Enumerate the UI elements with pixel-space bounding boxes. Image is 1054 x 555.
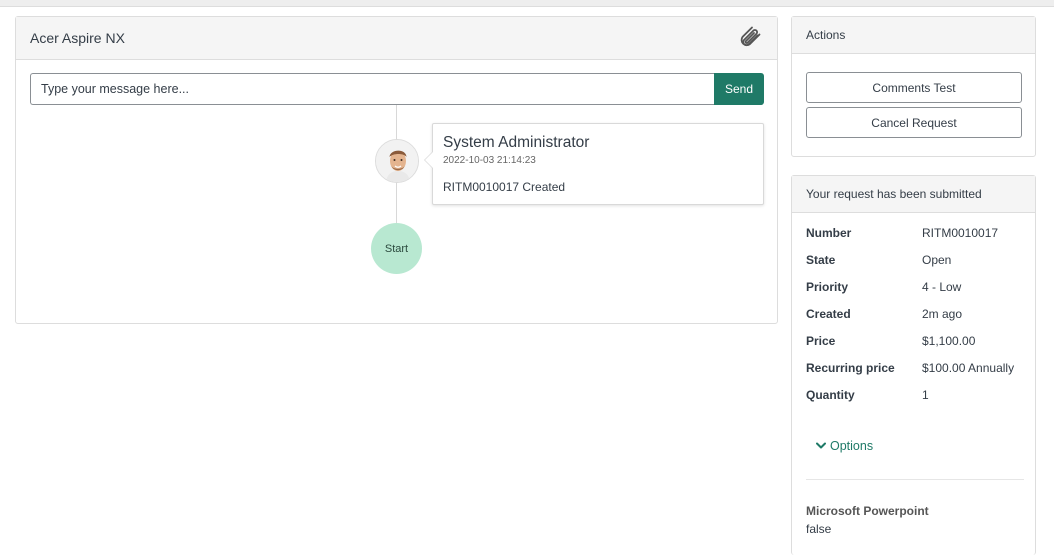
field-label: Recurring price xyxy=(806,361,895,375)
field-value: Open xyxy=(922,253,952,267)
field-row-created: Created 2m ago xyxy=(806,307,1026,334)
variable-value: false xyxy=(806,522,832,536)
activity-text: RITM0010017 Created xyxy=(443,180,566,194)
field-row-state: State Open xyxy=(806,253,1026,280)
field-row-priority: Priority 4 - Low xyxy=(806,280,1026,307)
send-button[interactable]: Send xyxy=(714,73,764,105)
paperclip-icon[interactable] xyxy=(737,25,765,53)
divider xyxy=(806,479,1024,480)
field-value: 1 xyxy=(922,388,929,402)
field-row-number: Number RITM0010017 xyxy=(806,226,1026,253)
field-label: Quantity xyxy=(806,388,855,402)
field-label: Created xyxy=(806,307,851,321)
field-label: Priority xyxy=(806,280,849,294)
field-value: $100.00 Annually xyxy=(922,361,1015,375)
actions-panel: Actions Comments Test Cancel Request xyxy=(791,16,1036,157)
ticket-title: Acer Aspire NX xyxy=(30,30,125,46)
field-label: Price xyxy=(806,334,836,348)
field-value: $1,100.00 xyxy=(922,334,976,348)
cancel-request-button[interactable]: Cancel Request xyxy=(806,107,1022,138)
actions-header: Actions xyxy=(792,17,1035,54)
options-label: Options xyxy=(830,439,874,453)
message-composer: Send xyxy=(30,73,764,105)
options-toggle[interactable]: Options xyxy=(816,439,873,453)
chevron-down-icon xyxy=(816,442,826,449)
message-input[interactable] xyxy=(30,73,714,105)
user-avatar-icon xyxy=(376,140,418,182)
variable-label: Microsoft Powerpoint xyxy=(806,504,929,518)
avatar xyxy=(375,139,419,183)
activity-author: System Administrator xyxy=(443,134,590,151)
top-strip xyxy=(0,0,1054,7)
field-label: Number xyxy=(806,226,852,240)
field-label: State xyxy=(806,253,836,267)
ticket-conversation-panel: Acer Aspire NX Send System Administrator… xyxy=(15,16,778,324)
field-value: RITM0010017 xyxy=(922,226,999,240)
summary-header: Your request has been submitted xyxy=(792,176,1035,213)
activity-timestamp: 2022-10-03 21:14:23 xyxy=(443,155,536,166)
comments-test-button[interactable]: Comments Test xyxy=(806,72,1022,103)
field-row-recurring-price: Recurring price $100.00 Annually xyxy=(806,361,1026,388)
field-value: 2m ago xyxy=(922,307,963,321)
field-row-price: Price $1,100.00 xyxy=(806,334,1026,361)
request-summary-panel: Your request has been submitted Number R… xyxy=(791,175,1036,555)
activity-card: System Administrator 2022-10-03 21:14:23… xyxy=(424,123,764,205)
summary-fields: Number RITM0010017 State Open Priority 4… xyxy=(806,226,1026,415)
timeline-start-node: Start xyxy=(371,223,422,274)
field-value: 4 - Low xyxy=(922,280,962,294)
ticket-header: Acer Aspire NX xyxy=(16,17,777,60)
field-row-quantity: Quantity 1 xyxy=(806,388,1026,415)
